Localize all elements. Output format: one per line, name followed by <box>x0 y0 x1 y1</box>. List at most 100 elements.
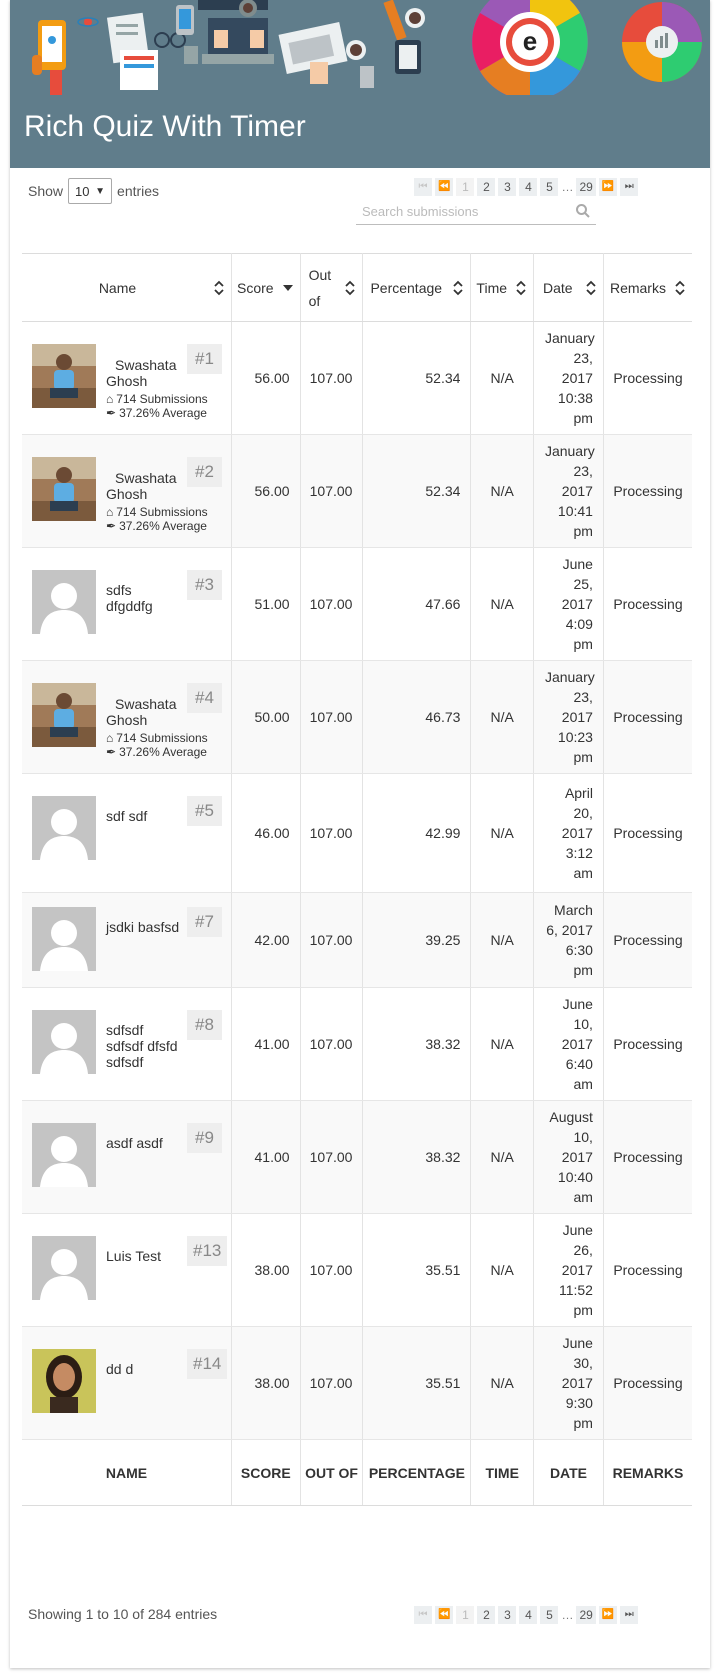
time-cell: N/A <box>470 773 535 893</box>
page-button-5[interactable]: 5 <box>540 178 559 196</box>
percentage-cell: 38.32 <box>362 987 472 1101</box>
column-header-percentage[interactable]: Percentage <box>362 253 472 322</box>
column-header-score[interactable]: Score <box>231 253 301 322</box>
user-name[interactable]: Swashata Ghosh <box>106 470 182 502</box>
column-label: Score <box>236 279 274 296</box>
table-info: Showing 1 to 10 of 284 entries <box>28 1606 218 1622</box>
table-row[interactable]: Swashata Ghosh #1 ⌂ 714 Submissions ✒ 37.26% … <box>22 321 692 435</box>
footer-time: TIME <box>470 1439 535 1506</box>
table-row[interactable]: Swashata Ghosh #4 ⌂ 714 Submissions ✒ 37.26% … <box>22 660 692 774</box>
out-of-cell: 107.00 <box>300 1326 364 1440</box>
date-cell: March 6, 2017 6:30 pm <box>533 892 604 988</box>
user-name[interactable]: sdfsdf sdfsdf dfsfd sdfsdf <box>106 1022 182 1070</box>
page-button-29[interactable]: 29 <box>576 178 596 196</box>
remarks-cell: Processing <box>603 547 692 661</box>
table-row[interactable]: asdf asdf #9 41.00 107.00 38.32 N/A August 10,… <box>22 1100 692 1214</box>
date-cell: June 10, 2017 6:40 am <box>533 987 604 1101</box>
footer-name: NAME <box>22 1439 232 1506</box>
next-page-icon[interactable]: ⏩ <box>598 178 618 196</box>
out-of-cell: 107.00 <box>300 434 364 548</box>
page-button-2[interactable]: 2 <box>477 1606 496 1624</box>
time-cell: N/A <box>470 892 535 988</box>
search-box <box>356 200 596 225</box>
page-button-4[interactable]: 4 <box>519 1606 538 1624</box>
user-stats: ⌂ 714 Submissions ✒ 37.26% Average <box>106 392 208 420</box>
column-header-out-of[interactable]: Out of <box>300 253 364 322</box>
column-label: Date <box>543 279 573 296</box>
column-header-time[interactable]: Time <box>470 253 535 322</box>
last-page-icon[interactable]: ⏭ <box>620 178 639 196</box>
rank-badge: #7 <box>187 907 222 937</box>
pagination-ellipsis: … <box>561 180 574 194</box>
name-cell: Luis Test #13 <box>22 1213 232 1327</box>
first-page-icon[interactable]: ⏮ <box>414 178 432 196</box>
date-text: June 30, 2017 9:30 pm <box>561 1335 593 1431</box>
table-footer: NAME SCORE OUT OF PERCENTAGE TIME DATE R… <box>22 1439 692 1506</box>
page-button-29[interactable]: 29 <box>576 1606 596 1624</box>
search-icon[interactable] <box>575 203 591 219</box>
remarks-cell: Processing <box>603 892 692 988</box>
table-row[interactable]: sdfs dfgddfg #3 51.00 107.00 47.66 N/A June 25… <box>22 547 692 661</box>
entries-per-page-select[interactable]: 10 ▼ <box>68 178 113 204</box>
percentage-cell: 35.51 <box>362 1213 472 1327</box>
column-header-date[interactable]: Date <box>533 253 604 322</box>
out-of-cell: 107.00 <box>300 987 364 1101</box>
remarks-cell: Processing <box>603 773 692 893</box>
prev-page-icon[interactable]: ⏪ <box>435 1606 454 1624</box>
table-row[interactable]: jsdki basfsd #7 42.00 107.00 39.25 N/A March 6… <box>22 892 692 988</box>
page-button-5[interactable]: 5 <box>540 1606 559 1624</box>
user-name[interactable]: Luis Test <box>106 1248 182 1264</box>
column-label: Time <box>476 279 508 296</box>
column-header-remarks[interactable]: Remarks <box>603 253 692 322</box>
time-cell: N/A <box>470 987 535 1101</box>
out-of-cell: 107.00 <box>300 1213 364 1327</box>
prev-page-icon[interactable]: ⏪ <box>435 178 454 196</box>
percentage-cell: 46.73 <box>362 660 472 774</box>
user-name[interactable]: jsdki basfsd <box>106 919 182 935</box>
out-of-cell: 107.00 <box>300 321 364 435</box>
rank-badge: #1 <box>187 344 222 374</box>
date-cell: June 26, 2017 11:52 pm <box>533 1213 604 1327</box>
first-page-icon[interactable]: ⏮ <box>414 1606 432 1624</box>
page-button-4[interactable]: 4 <box>519 178 538 196</box>
user-name[interactable]: dd d <box>106 1361 182 1377</box>
page-button-1[interactable]: 1 <box>456 178 475 196</box>
percentage-cell: 42.99 <box>362 773 472 893</box>
avatar <box>32 907 96 971</box>
user-name[interactable]: sdf sdf <box>106 808 182 824</box>
date-cell: January 23, 2017 10:38 pm <box>533 321 604 435</box>
percentage-cell: 52.34 <box>362 321 472 435</box>
user-name[interactable]: sdfs dfgddfg <box>106 582 182 614</box>
percentage-cell: 38.32 <box>362 1100 472 1214</box>
rank-badge: #5 <box>187 796 222 826</box>
table-row[interactable]: Swashata Ghosh #2 ⌂ 714 Submissions ✒ 37.26% … <box>22 434 692 548</box>
table-row[interactable]: dd d #14 38.00 107.00 35.51 N/A June 30, 2017 … <box>22 1326 692 1440</box>
last-page-icon[interactable]: ⏭ <box>620 1606 639 1624</box>
percentage-cell: 35.51 <box>362 1326 472 1440</box>
user-name[interactable]: Swashata Ghosh <box>106 696 182 728</box>
date-cell: June 25, 2017 4:09 pm <box>533 547 604 661</box>
sort-icon <box>675 280 685 295</box>
rank-badge: #9 <box>187 1123 222 1153</box>
column-header-name[interactable]: Name <box>22 253 232 322</box>
rank-badge: #8 <box>187 1010 222 1040</box>
user-name[interactable]: Swashata Ghosh <box>106 357 182 389</box>
sort-desc-icon <box>282 284 293 291</box>
column-label: Percentage <box>370 279 443 296</box>
user-name[interactable]: asdf asdf <box>106 1135 182 1151</box>
quiz-header: e Rich Quiz With Timer <box>10 0 710 168</box>
score-cell: 41.00 <box>231 987 301 1101</box>
table-row[interactable]: Luis Test #13 38.00 107.00 35.51 N/A June 26, … <box>22 1213 692 1327</box>
page-button-3[interactable]: 3 <box>498 178 517 196</box>
table-row[interactable]: sdfsdf sdfsdf dfsfd sdfsdf #8 41.00 107.00 3… <box>22 987 692 1101</box>
next-page-icon[interactable]: ⏩ <box>598 1606 618 1624</box>
page-button-2[interactable]: 2 <box>477 178 496 196</box>
footer-out-of: OUT OF <box>300 1439 364 1506</box>
search-input[interactable] <box>356 200 566 222</box>
time-cell: N/A <box>470 660 535 774</box>
page-button-3[interactable]: 3 <box>498 1606 517 1624</box>
date-text: January 23, 2017 10:41 pm <box>544 443 595 539</box>
table-row[interactable]: sdf sdf #5 46.00 107.00 42.99 N/A April 20, 20… <box>22 773 692 893</box>
percentage-cell: 52.34 <box>362 434 472 548</box>
page-button-1[interactable]: 1 <box>456 1606 475 1624</box>
